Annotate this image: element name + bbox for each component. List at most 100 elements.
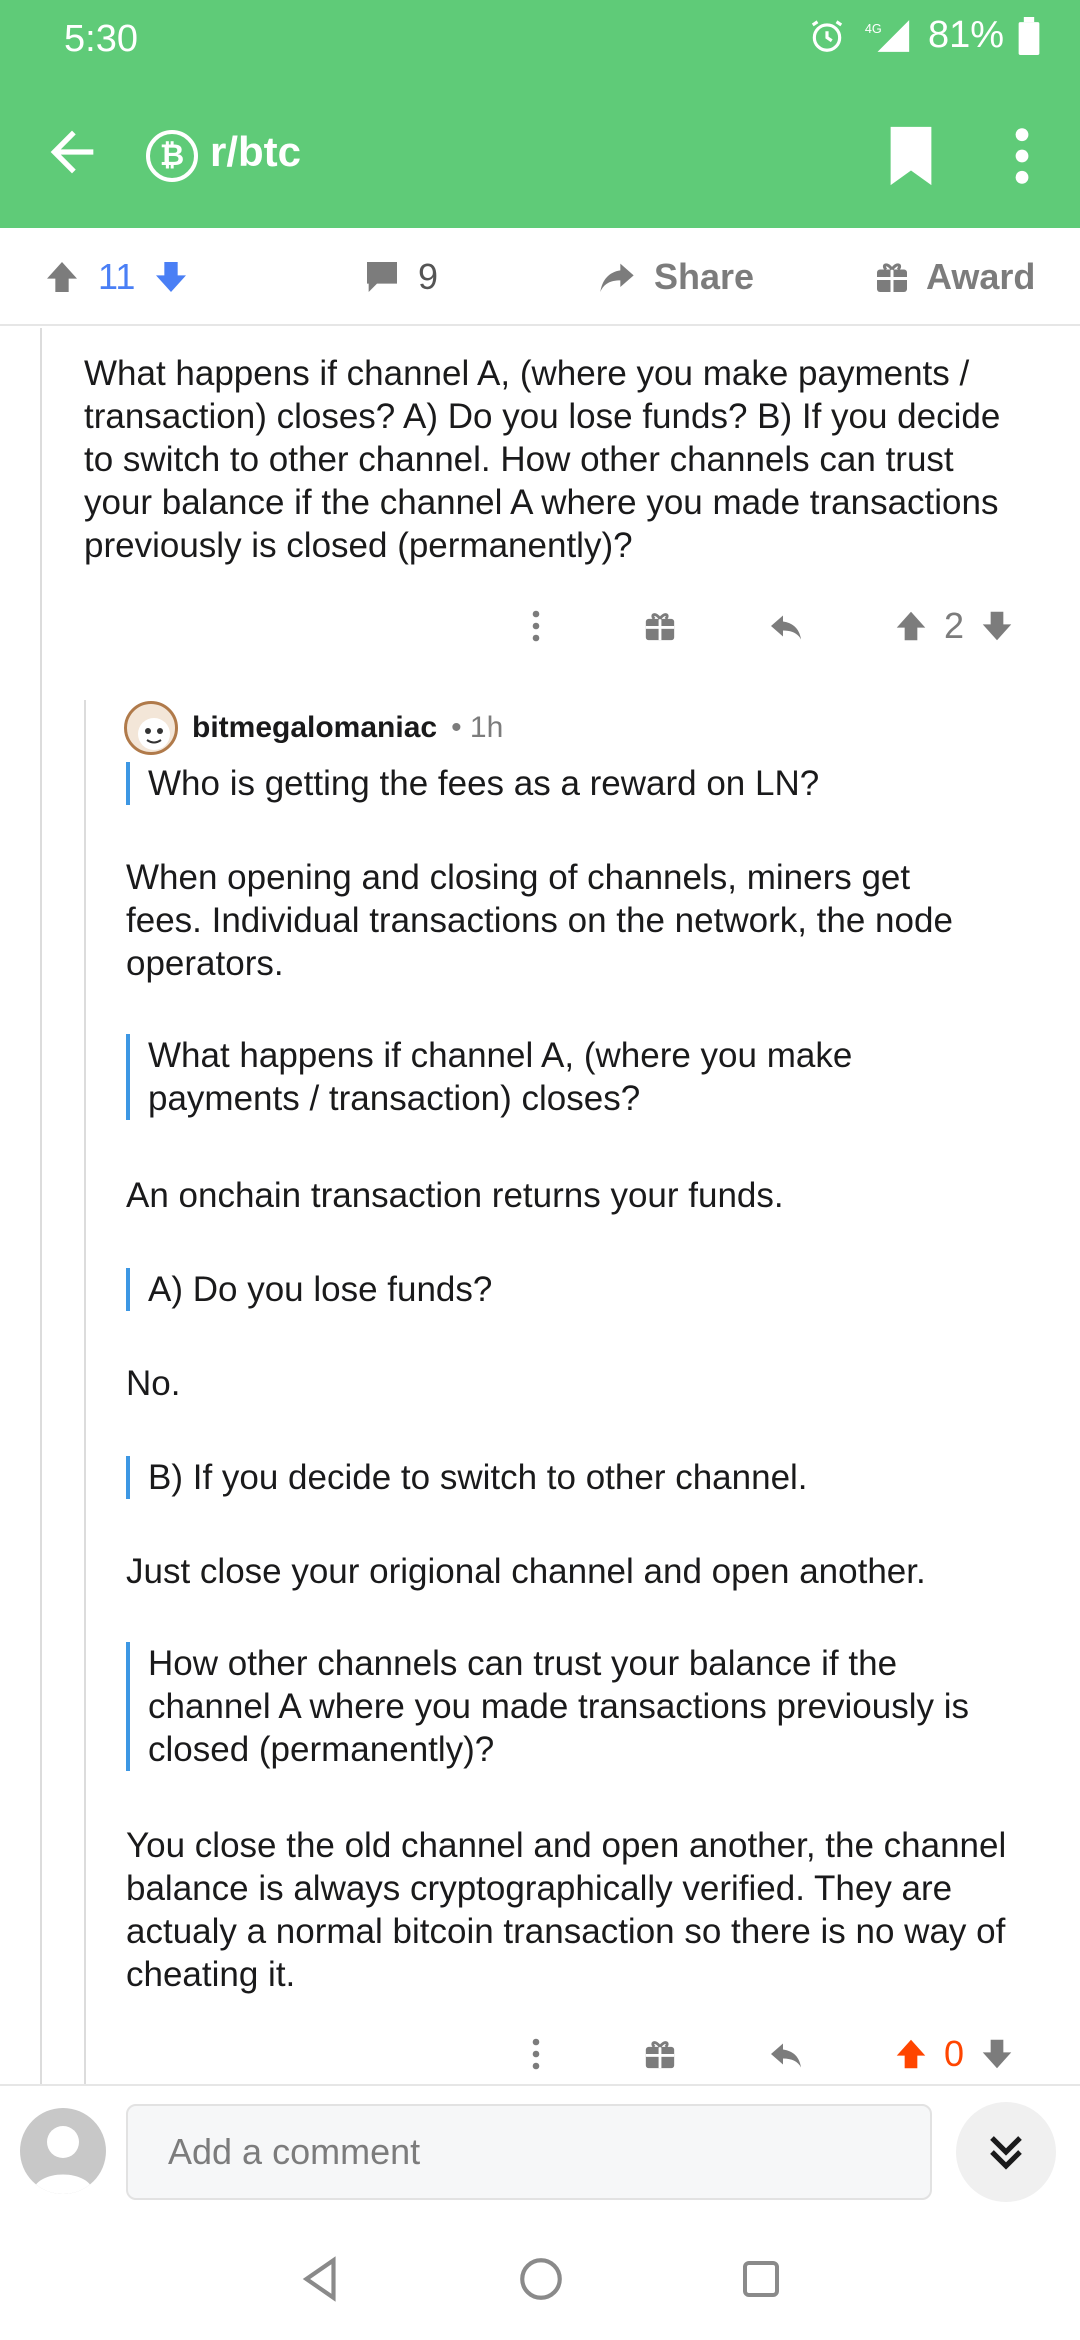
post-vote: 11 xyxy=(42,228,191,326)
quote-line: payments / transaction) closes? xyxy=(148,1079,641,1118)
bookmark-icon xyxy=(890,126,932,186)
triangle-back-icon xyxy=(302,2256,336,2302)
text-line: balance is always cryptographically veri… xyxy=(126,1869,953,1908)
reply-paragraph: When opening and closing of channels, mi… xyxy=(126,856,1056,985)
comment-vote: 0 xyxy=(892,2024,1016,2084)
parent-line: previously is closed (permanently)? xyxy=(84,526,633,565)
svg-text:4G: 4G xyxy=(865,21,882,35)
author-avatar[interactable] xyxy=(124,701,178,755)
parent-line: transaction) closes? A) Do you lose fund… xyxy=(84,397,1001,436)
quote-block: B) If you decide to switch to other chan… xyxy=(126,1456,1026,1499)
upvote-icon[interactable] xyxy=(892,2035,930,2073)
quote-line: A) Do you lose funds? xyxy=(148,1270,493,1309)
downvote-icon[interactable] xyxy=(151,257,191,297)
battery-icon xyxy=(1018,16,1040,55)
parent-comment-actions: 2 xyxy=(0,596,1080,656)
quote-line: closed (permanently)? xyxy=(148,1730,495,1769)
quote-block: Who is getting the fees as a reward on L… xyxy=(126,762,1026,805)
text-line: When opening and closing of channels, mi… xyxy=(126,858,911,897)
signal-icon: 4G xyxy=(860,17,914,55)
downvote-icon[interactable] xyxy=(978,2035,1016,2073)
gift-icon xyxy=(645,613,675,641)
author-name[interactable]: bitmegalomaniac xyxy=(192,711,437,745)
status-bar: 5:30 4G 81% xyxy=(0,0,1080,80)
reply-paragraph: An onchain transaction returns your fund… xyxy=(126,1174,1056,1217)
share-button[interactable]: Share xyxy=(596,228,754,326)
upvote-icon[interactable] xyxy=(42,257,82,297)
status-icons: 4G 81% xyxy=(808,14,1040,57)
system-nav-bar xyxy=(0,2216,1080,2340)
post-score: 11 xyxy=(98,256,136,297)
nav-recents-button[interactable] xyxy=(726,2244,796,2314)
comment-score: 2 xyxy=(944,605,965,646)
gift-icon xyxy=(877,263,907,292)
text-line: No. xyxy=(126,1364,181,1403)
text-line: Just close your origional channel and op… xyxy=(126,1552,926,1591)
comment-composer-bar: Add a comment xyxy=(0,2084,1080,2216)
user-avatar[interactable] xyxy=(20,2108,106,2194)
bookmark-button[interactable] xyxy=(884,124,938,188)
quote-line: channel A where you made transactions pr… xyxy=(148,1687,970,1726)
more-options-button[interactable] xyxy=(1000,124,1044,188)
parent-comment-body: What happens if channel A, (where you ma… xyxy=(84,352,1054,567)
quote-block: What happens if channel A, (where you ma… xyxy=(126,1034,1026,1120)
parent-line: What happens if channel A, (where you ma… xyxy=(84,354,970,393)
nav-home-button[interactable] xyxy=(506,2244,576,2314)
double-chevron-down-icon xyxy=(990,2136,1022,2170)
status-time: 5:30 xyxy=(64,18,138,60)
battery-level: 81% xyxy=(927,14,1004,56)
comment-more-button[interactable] xyxy=(516,2024,556,2084)
text-line: An onchain transaction returns your fund… xyxy=(126,1176,784,1215)
thread-line-outer xyxy=(40,328,42,2084)
subreddit-name[interactable]: r/btc xyxy=(210,128,301,176)
comment-icon xyxy=(367,262,397,292)
quote-block: A) Do you lose funds? xyxy=(126,1268,1026,1311)
nav-back-button[interactable] xyxy=(286,2244,356,2314)
comment-more-button[interactable] xyxy=(516,596,556,656)
comment-vote: 2 xyxy=(892,596,1016,656)
comment-age: • 1h xyxy=(451,711,504,744)
quote-line: How other channels can trust your balanc… xyxy=(148,1644,898,1683)
gift-icon xyxy=(645,2041,675,2069)
post-action-row: 11 9 Share Award xyxy=(0,228,1080,326)
reply-paragraph: Just close your origional channel and op… xyxy=(126,1550,1056,1593)
circle-home-icon xyxy=(520,2258,562,2300)
add-comment-input[interactable]: Add a comment xyxy=(126,2104,932,2200)
text-line: You close the old channel and open anoth… xyxy=(126,1826,1007,1865)
reply-comment-actions: 0 xyxy=(0,2024,1080,2084)
downvote-icon[interactable] xyxy=(978,607,1016,645)
arrow-left-icon xyxy=(50,130,94,174)
reply-paragraph: You close the old channel and open anoth… xyxy=(126,1824,1066,1996)
app-bar: ₿ r/btc xyxy=(0,80,1080,228)
subreddit-icon[interactable]: ₿ xyxy=(146,130,198,182)
award-label: Award xyxy=(926,256,1036,297)
alarm-icon xyxy=(808,17,846,55)
parent-line: to switch to other channel. How other ch… xyxy=(84,440,954,479)
comment-award-button[interactable] xyxy=(640,596,680,656)
comment-reply-button[interactable] xyxy=(764,596,808,656)
quote-line: What happens if channel A, (where you ma… xyxy=(148,1036,853,1075)
comments-button[interactable]: 9 xyxy=(362,228,438,326)
next-comment-button[interactable] xyxy=(956,2102,1056,2202)
quote-line: B) If you decide to switch to other chan… xyxy=(148,1458,808,1497)
quote-block: How other channels can trust your balanc… xyxy=(126,1642,1026,1771)
comment-score: 0 xyxy=(944,2033,965,2074)
text-line: fees. Individual transactions on the net… xyxy=(126,901,953,940)
comment-reply-button[interactable] xyxy=(764,2024,808,2084)
text-line: actualy a normal bitcoin transaction so … xyxy=(126,1912,1006,1951)
quote-line: Who is getting the fees as a reward on L… xyxy=(148,764,820,803)
more-vert-icon xyxy=(532,610,540,642)
share-label: Share xyxy=(654,256,755,297)
comment-award-button[interactable] xyxy=(640,2024,680,2084)
text-line: operators. xyxy=(126,944,284,983)
more-vert-icon xyxy=(1015,128,1029,184)
text-line: cheating it. xyxy=(126,1955,296,1994)
more-vert-icon xyxy=(532,2038,540,2070)
back-button[interactable] xyxy=(40,120,104,184)
upvote-icon[interactable] xyxy=(892,607,930,645)
parent-line: your balance if the channel A where you … xyxy=(84,483,999,522)
square-recents-icon xyxy=(743,2261,779,2297)
comment-count: 9 xyxy=(418,256,439,297)
reply-author-row: bitmegalomaniac • 1h xyxy=(124,700,503,756)
award-button[interactable]: Award xyxy=(874,228,1035,326)
